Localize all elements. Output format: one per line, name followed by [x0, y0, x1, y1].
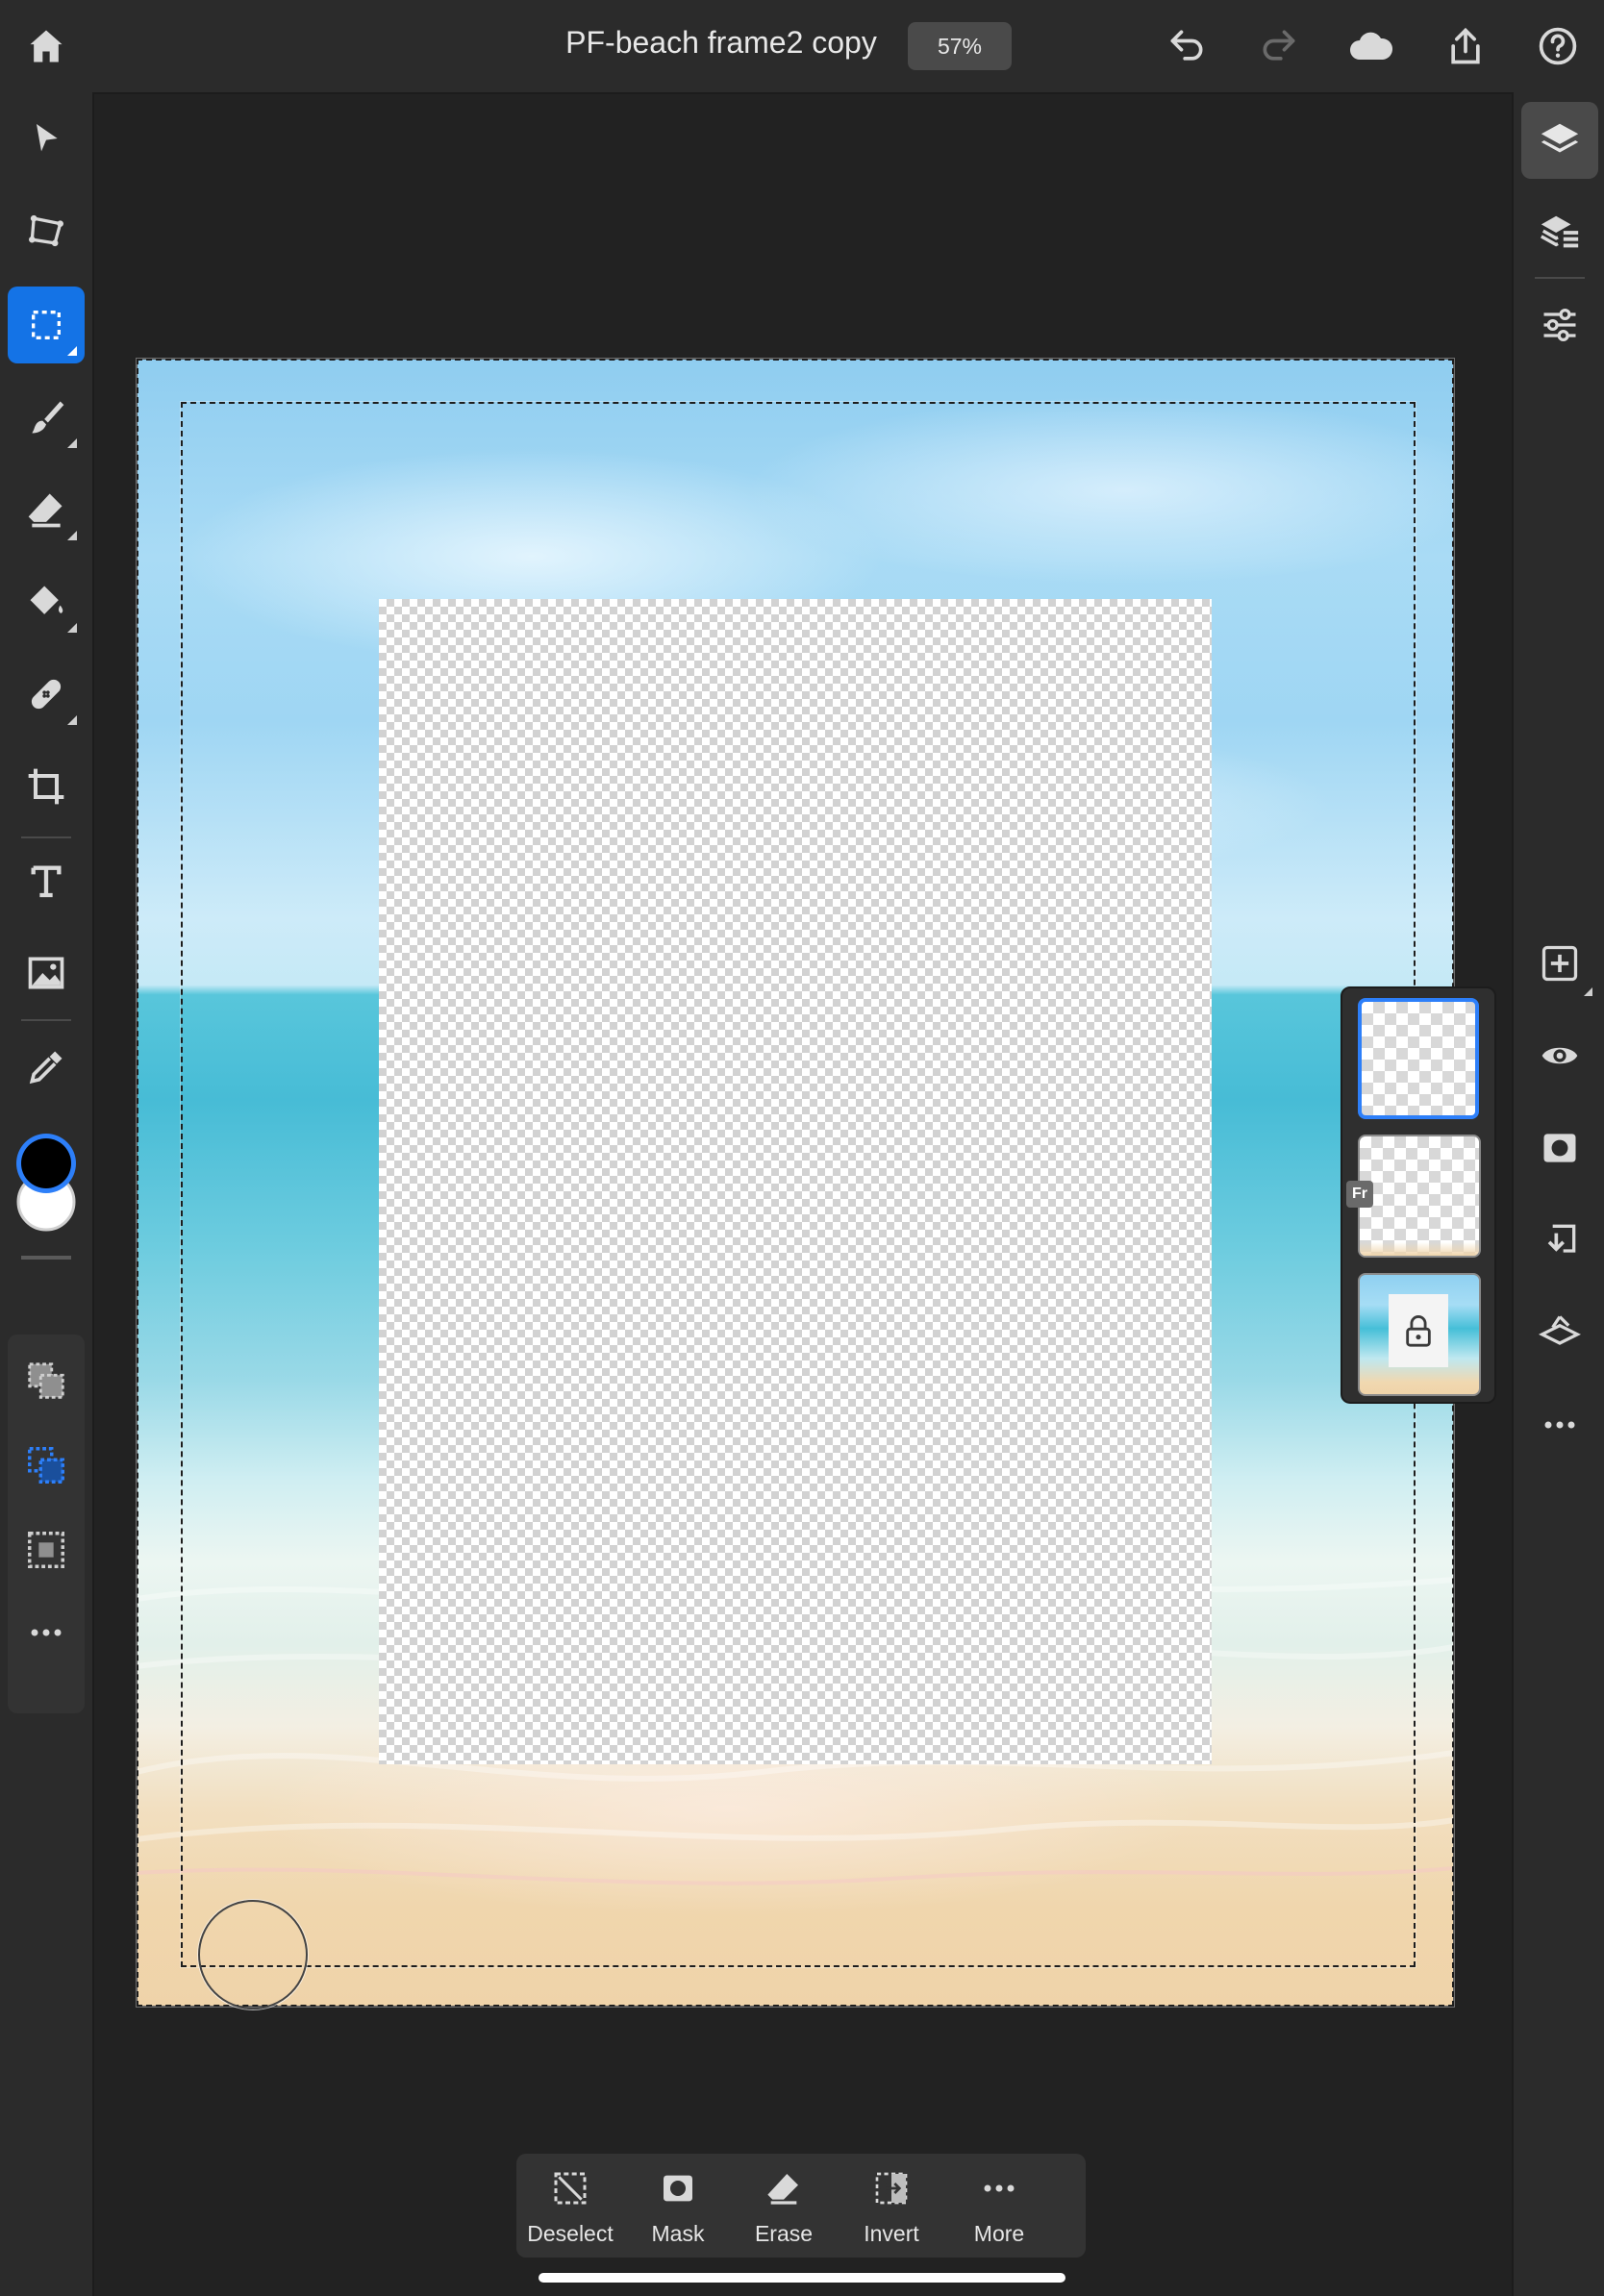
add-layer-icon — [1541, 945, 1578, 982]
layers-thumbnail-stack: Fr — [1341, 986, 1496, 1404]
type-icon — [31, 865, 62, 898]
zoom-level-badge[interactable]: 57% — [908, 22, 1012, 70]
eraser-icon — [28, 493, 63, 528]
invert-button[interactable]: Invert — [838, 2154, 945, 2258]
adjustments-button[interactable] — [1521, 287, 1598, 363]
cloud-icon[interactable] — [1344, 19, 1398, 73]
toolbar-divider — [21, 1256, 71, 1260]
marquee-selection-tool-button[interactable] — [8, 287, 85, 363]
invert-label: Invert — [864, 2221, 919, 2246]
top-bar: PF-beach frame2 copy 57% — [0, 0, 1604, 94]
image-icon — [28, 957, 64, 989]
transform-icon — [29, 214, 63, 247]
arrow-pointer-icon — [37, 124, 58, 152]
deselect-icon — [554, 2172, 587, 2205]
frame-layer-fill — [1360, 1242, 1479, 1256]
intersect-selection-mode-button[interactable] — [8, 1511, 85, 1588]
eyedropper-tool-button[interactable] — [8, 1029, 85, 1106]
brush-tool-button[interactable] — [8, 379, 85, 456]
layer-properties-icon — [1540, 215, 1579, 248]
clip-to-below-button[interactable] — [1521, 1202, 1598, 1279]
eraser-tool-button[interactable] — [8, 471, 85, 548]
selection-mode-options — [8, 1335, 85, 1713]
help-icon[interactable] — [1531, 19, 1585, 73]
redo-icon[interactable] — [1252, 19, 1306, 73]
brush-icon — [32, 401, 64, 434]
brush-cursor — [198, 1900, 308, 2009]
place-image-tool-button[interactable] — [8, 935, 85, 1011]
more-dots-icon — [1544, 1421, 1575, 1429]
new-selection-mode-button[interactable] — [8, 1342, 85, 1419]
mask-icon — [1543, 1134, 1576, 1162]
toolbar-divider — [21, 1019, 71, 1021]
erase-label: Erase — [754, 2221, 814, 2246]
bandage-icon — [31, 679, 62, 710]
healing-tool-button[interactable] — [8, 656, 85, 733]
selection-taskbar: Deselect Mask Erase Invert More — [516, 2154, 1086, 2258]
share-icon[interactable] — [1439, 19, 1492, 73]
erase-button[interactable]: Erase — [730, 2154, 838, 2258]
more-dots-icon — [31, 1629, 62, 1636]
intersect-selection-icon — [28, 1532, 64, 1568]
mask-icon — [664, 2175, 692, 2202]
eyedropper-icon — [29, 1051, 63, 1085]
layer-thumbnail-top[interactable] — [1358, 998, 1479, 1119]
clip-layer-icon — [1547, 1224, 1576, 1253]
transform-tool-button[interactable] — [8, 192, 85, 269]
panel-divider — [1535, 277, 1585, 279]
eye-icon — [1541, 1047, 1578, 1064]
mask-label: Mask — [651, 2221, 705, 2246]
merge-layers-icon — [1539, 1315, 1581, 1345]
paint-bucket-tool-button[interactable] — [8, 563, 85, 640]
color-swatches[interactable] — [8, 1117, 85, 1242]
add-mask-button[interactable] — [1521, 1110, 1598, 1186]
more-selection-options-button[interactable] — [8, 1594, 85, 1671]
deselect-label: Deselect — [527, 2221, 614, 2246]
document-title[interactable]: PF-beach frame2 copy — [539, 25, 904, 61]
layers-icon — [1541, 123, 1579, 153]
merge-layers-button[interactable] — [1521, 1294, 1598, 1371]
more-layer-options-button[interactable] — [1521, 1386, 1598, 1463]
invert-selection-icon — [875, 2172, 908, 2205]
deselect-button[interactable]: Deselect — [516, 2154, 624, 2258]
paint-bucket-icon — [30, 586, 63, 614]
subtract-selection-icon — [28, 1447, 64, 1484]
add-selection-mode-button[interactable] — [8, 1427, 85, 1504]
undo-icon[interactable] — [1160, 19, 1214, 73]
marquee-icon — [32, 311, 61, 339]
left-toolbar — [0, 92, 94, 2296]
layer-properties-button[interactable] — [1521, 194, 1598, 271]
mask-button[interactable]: Mask — [624, 2154, 732, 2258]
layer-thumbnail-frame[interactable] — [1358, 1135, 1481, 1258]
sliders-icon — [1543, 308, 1576, 342]
lock-icon — [1406, 1315, 1431, 1347]
more-dots-icon — [984, 2184, 1015, 2192]
add-to-selection-icon — [28, 1362, 64, 1399]
eraser-icon — [767, 2174, 798, 2205]
foreground-color-swatch-icon — [16, 1134, 76, 1193]
crop-tool-button[interactable] — [8, 748, 85, 825]
transparent-cutout-area — [379, 599, 1212, 1764]
more-button[interactable]: More — [945, 2154, 1053, 2258]
home-indicator[interactable] — [539, 2273, 1065, 2283]
type-tool-button[interactable] — [8, 842, 85, 919]
layers-panel-button[interactable] — [1521, 102, 1598, 179]
move-tool-button[interactable] — [8, 100, 85, 177]
frame-badge: Fr — [1346, 1181, 1373, 1208]
add-layer-button[interactable] — [1521, 925, 1598, 1002]
right-panel — [1512, 92, 1604, 2296]
home-icon[interactable] — [19, 19, 73, 73]
crop-icon — [28, 768, 64, 805]
toolbar-divider — [21, 836, 71, 838]
layer-thumbnail-background[interactable] — [1358, 1273, 1481, 1396]
layer-visibility-button[interactable] — [1521, 1017, 1598, 1094]
more-label: More — [973, 2221, 1025, 2246]
